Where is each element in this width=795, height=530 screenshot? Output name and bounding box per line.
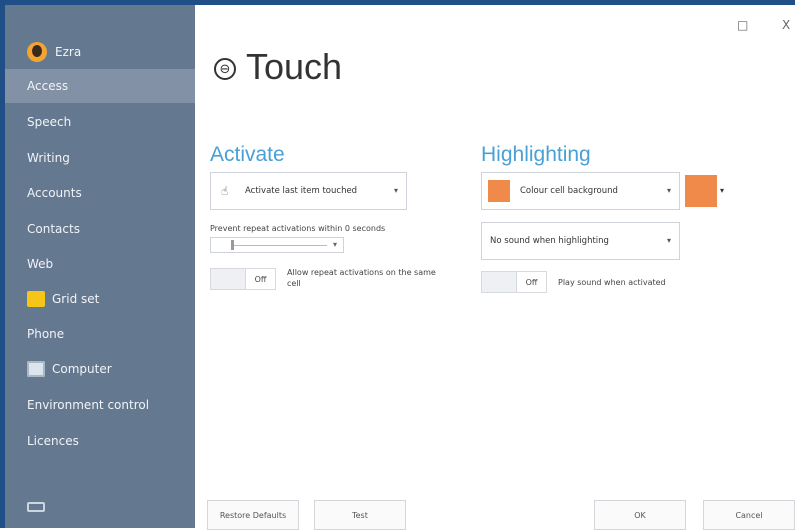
chevron-down-icon: ▾ <box>666 236 671 245</box>
page-title: Touch <box>246 46 343 87</box>
sidebar-item-speech[interactable]: Speech <box>5 105 195 139</box>
toggle-knob <box>482 272 517 292</box>
highlight-sound-dropdown[interactable]: No sound when highlighting ▾ <box>481 222 680 260</box>
grid-set-icon <box>27 291 45 307</box>
sidebar-item-access[interactable]: Access <box>5 69 195 103</box>
sidebar-item-accounts[interactable]: Accounts <box>5 176 195 210</box>
highlight-sound-value: No sound when highlighting <box>490 236 609 246</box>
repeat-activation-label: Prevent repeat activations within 0 seco… <box>210 224 386 233</box>
sidebar-item-label: Grid set <box>52 292 100 306</box>
highlight-style-dropdown[interactable]: Colour cell background ▾ <box>481 172 680 210</box>
sidebar-item-environment-control[interactable]: Environment control <box>5 388 195 422</box>
slider-track <box>231 245 327 246</box>
activate-mode-dropdown[interactable]: ☝ Activate last item touched ▾ <box>210 172 407 210</box>
toggle-state: Off <box>525 277 538 287</box>
touch-hand-icon: ☝ <box>221 184 229 198</box>
chevron-down-icon: ▾ <box>666 186 671 195</box>
toggle-knob <box>211 269 246 289</box>
highlight-color-swatch <box>488 180 510 202</box>
test-button[interactable]: Test <box>314 500 406 530</box>
allow-repeat-label: Allow repeat activations on the same cel… <box>287 268 436 288</box>
toggle-state: Off <box>254 274 267 284</box>
sidebar-item-label: Access <box>27 79 69 93</box>
sidebar-item-licences[interactable]: Licences <box>5 424 195 458</box>
close-icon[interactable]: X <box>782 18 790 32</box>
highlighting-section-title: Highlighting <box>481 143 591 166</box>
cancel-button[interactable]: Cancel <box>703 500 795 530</box>
activate-mode-value: Activate last item touched <box>245 186 358 196</box>
sidebar-item-computer[interactable]: Computer <box>5 352 195 386</box>
activate-section-title: Activate <box>210 143 285 166</box>
play-sound-toggle[interactable]: Off <box>481 271 547 293</box>
chevron-down-icon: ▾ <box>332 240 337 249</box>
sidebar-item-label: Phone <box>27 327 65 341</box>
sidebar-user-name: Ezra <box>55 45 82 59</box>
sidebar-item-phone[interactable]: Phone <box>5 317 195 351</box>
allow-repeat-toggle[interactable]: Off <box>210 268 276 290</box>
maximize-icon[interactable]: □ <box>737 18 748 32</box>
sidebar-item-label: Writing <box>27 151 70 165</box>
restore-defaults-button[interactable]: Restore Defaults <box>207 500 299 530</box>
user-avatar-icon <box>27 42 47 62</box>
sidebar-item-label: Licences <box>27 434 79 448</box>
sidebar-item-writing[interactable]: Writing <box>5 141 195 175</box>
sidebar-item-web[interactable]: Web <box>5 247 195 281</box>
slider-thumb[interactable] <box>231 240 234 250</box>
back-arrow-icon[interactable]: ⊖ <box>214 58 236 80</box>
sidebar: Ezra Access Speech Writing Accounts Cont… <box>5 5 195 528</box>
sidebar-item-label: Web <box>27 257 54 271</box>
sidebar-item-label: Environment control <box>27 398 150 412</box>
sidebar-item-grid-set[interactable]: Grid set <box>5 282 195 316</box>
ok-button[interactable]: OK <box>594 500 686 530</box>
highlight-color-picker[interactable] <box>685 175 717 207</box>
play-sound-label: Play sound when activated <box>558 278 666 287</box>
sidebar-item-contacts[interactable]: Contacts <box>5 212 195 246</box>
keyboard-icon[interactable] <box>27 502 45 512</box>
repeat-delay-slider[interactable]: ▾ <box>210 237 344 253</box>
sidebar-item-label: Computer <box>52 362 112 376</box>
sidebar-item-label: Speech <box>27 115 72 129</box>
highlight-style-value: Colour cell background <box>520 186 618 196</box>
sidebar-item-label: Contacts <box>27 222 80 236</box>
computer-icon <box>27 361 45 377</box>
sidebar-user[interactable]: Ezra <box>5 35 195 69</box>
chevron-down-icon[interactable]: ▾ <box>720 186 724 195</box>
chevron-down-icon: ▾ <box>393 186 398 195</box>
sidebar-item-label: Accounts <box>27 186 82 200</box>
back-arrow-glyph: ⊖ <box>219 61 231 77</box>
